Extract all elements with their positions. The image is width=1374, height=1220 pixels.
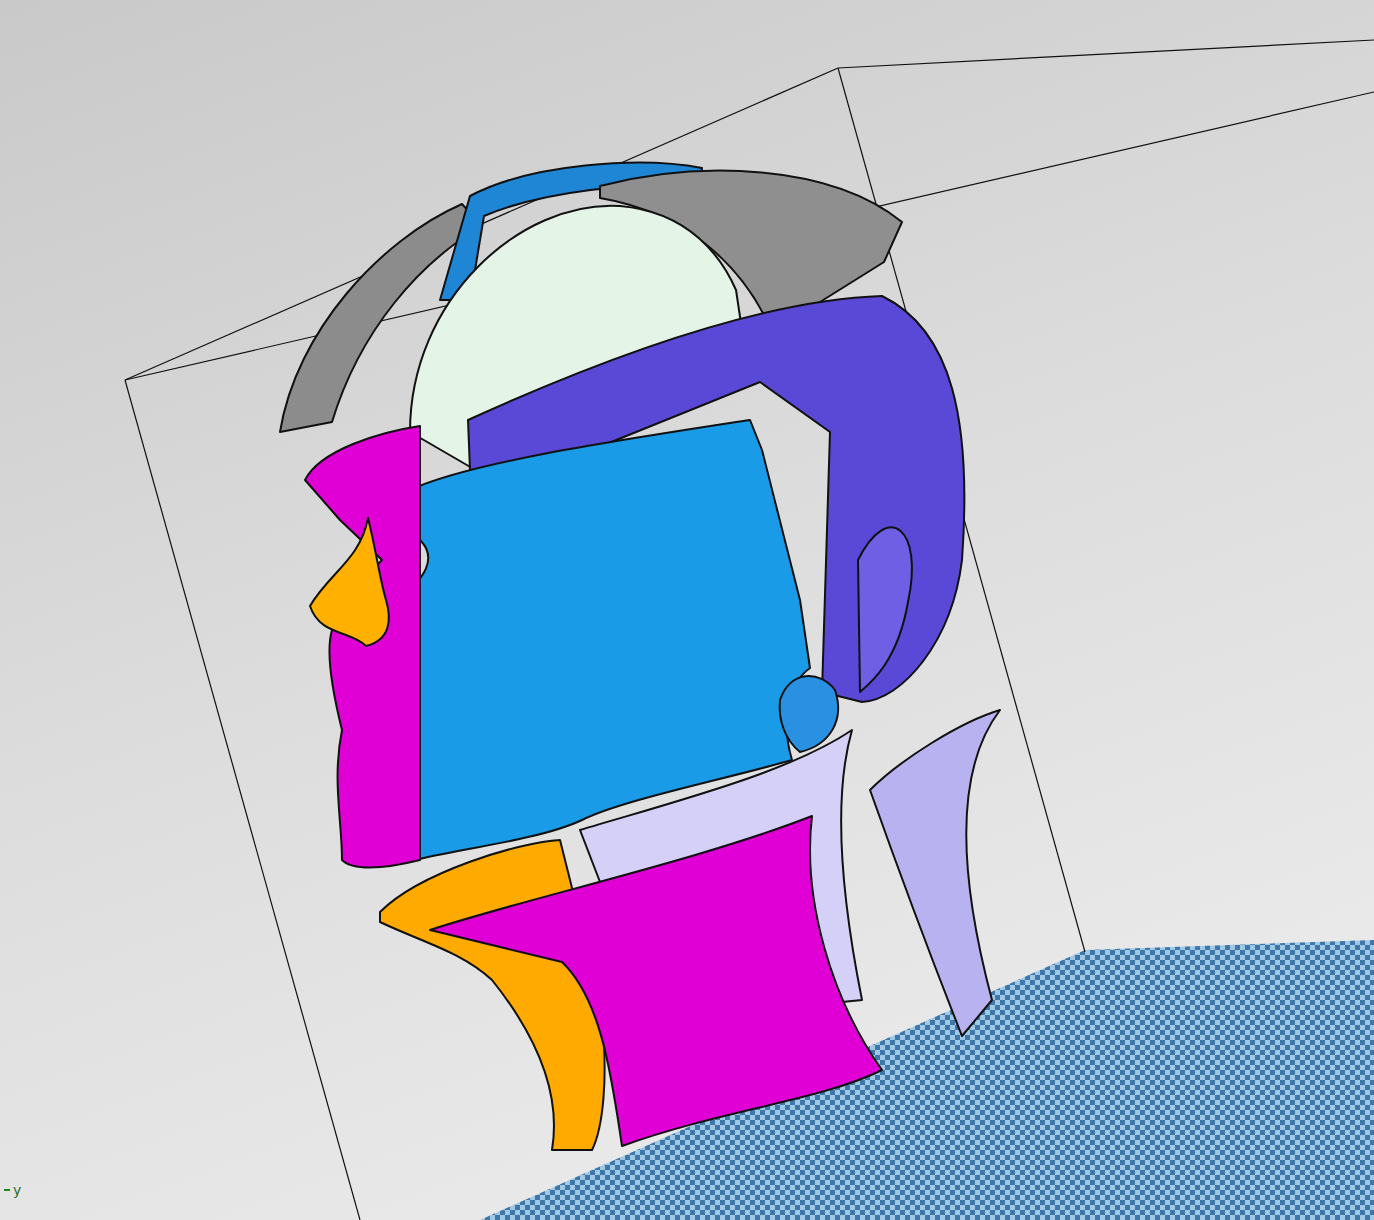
neckstrip-part[interactable]	[870, 710, 1000, 1036]
ear-part[interactable]	[858, 527, 912, 692]
jaw-part[interactable]	[780, 676, 838, 752]
axis-indicator: y	[4, 1182, 21, 1198]
chin-part[interactable]	[380, 840, 605, 1150]
profile-part[interactable]	[305, 426, 420, 868]
neck-part[interactable]	[430, 816, 882, 1146]
axis-line-icon	[4, 1189, 10, 1191]
axis-label: y	[13, 1182, 21, 1198]
scene-canvas[interactable]	[0, 0, 1374, 1220]
3d-viewport[interactable]: y	[0, 0, 1374, 1220]
bounding-box	[125, 40, 1374, 1220]
nose-part[interactable]	[310, 518, 389, 646]
